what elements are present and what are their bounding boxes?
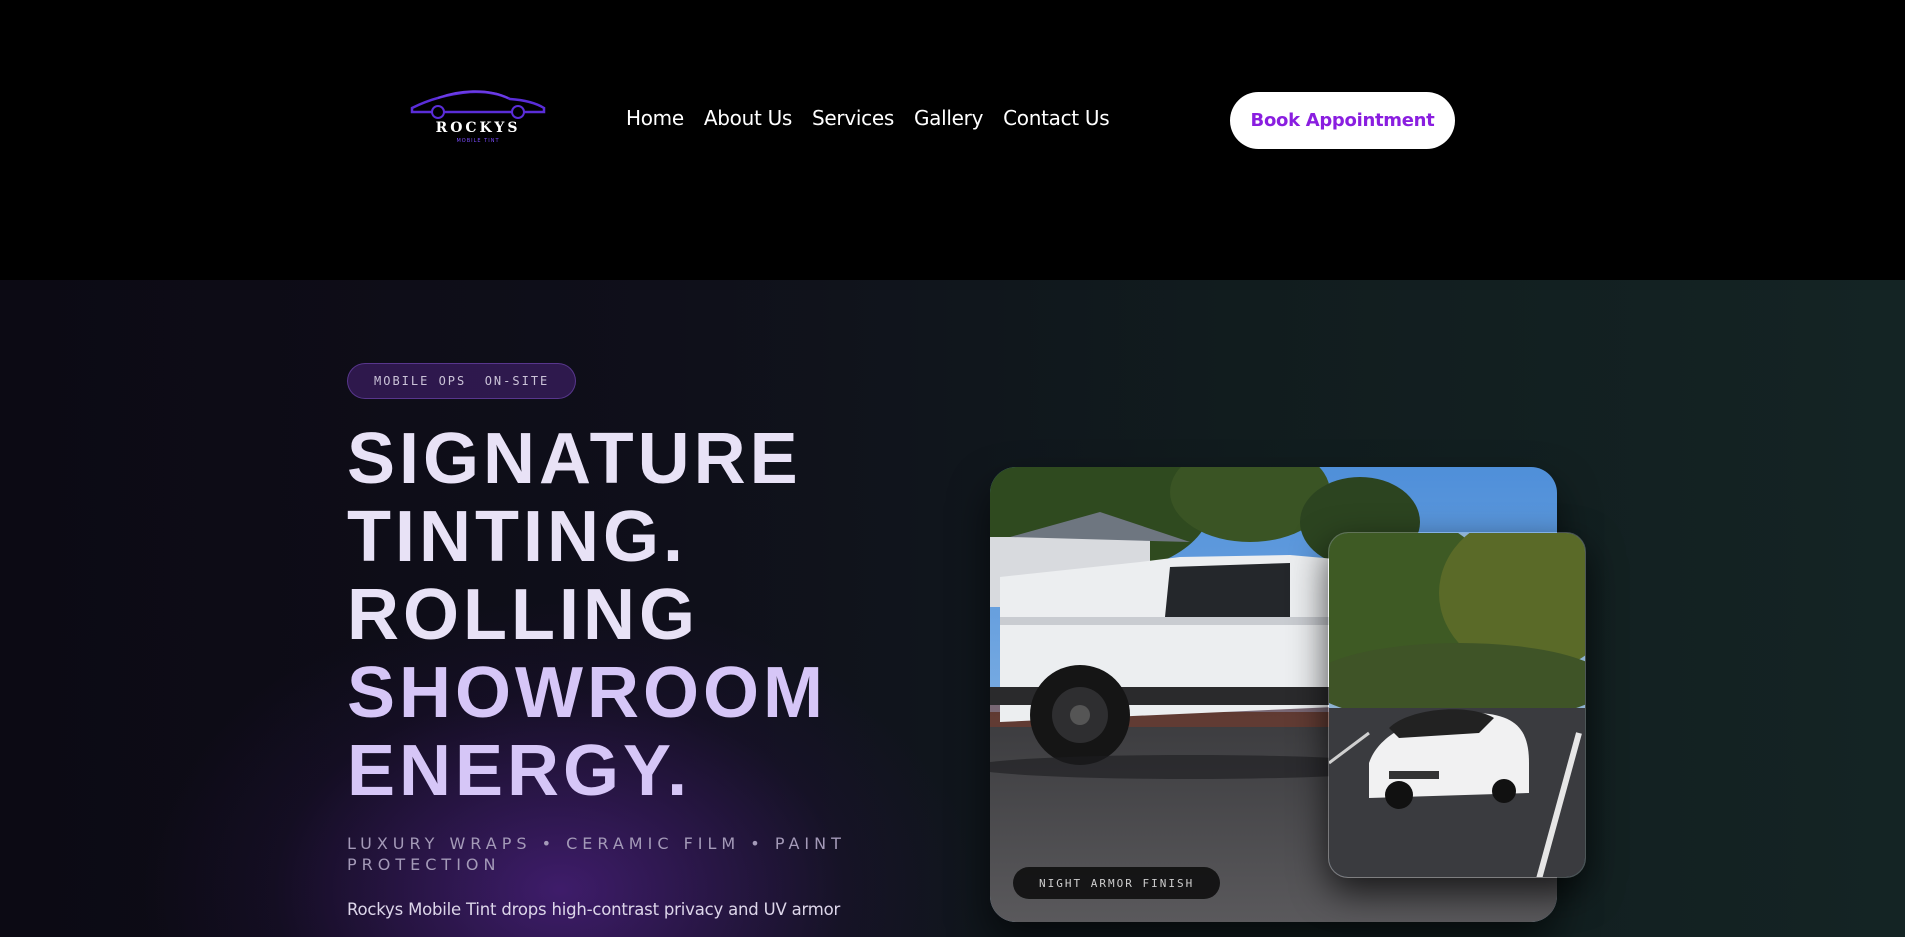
hero-title-line: SIGNATURE [347,419,802,499]
brand-tagline: MOBILE TINT [456,138,500,144]
photo-caption-pill: NIGHT ARMOR FINISH [1013,867,1221,899]
nav-contact-us[interactable]: Contact Us [1003,106,1110,130]
nav-gallery[interactable]: Gallery [914,106,983,130]
hero-section: MOBILE OPS ON-SITE SIGNATURE TINTING. RO… [0,280,1905,937]
hero-subtitle: LUXURY WRAPS • CERAMIC FILM • PAINT PROT… [347,834,846,874]
hero-description: Rockys Mobile Tint drops high-contrast p… [347,900,841,919]
book-appointment-button[interactable]: Book Appointment [1230,92,1455,149]
main-nav: Home About Us Services Gallery Contact U… [626,106,1110,130]
brand-logo[interactable]: ROCKYS MOBILE TINT [408,86,548,150]
site-header: ROCKYS MOBILE TINT Home About Us Service… [0,0,1905,280]
nav-about-us[interactable]: About Us [704,106,792,130]
camaro-photo [1328,532,1586,878]
hero-title-line: TINTING. [347,497,687,577]
nav-services[interactable]: Services [812,106,894,130]
nav-home[interactable]: Home [626,106,684,130]
brand-name: ROCKYS [435,120,521,136]
hero-badge: MOBILE OPS ON-SITE [347,363,577,399]
hero-title-line: ENERGY. [347,731,692,811]
hero-title: SIGNATURE TINTING. ROLLING SHOWROOM ENER… [347,420,907,810]
hero-title-line: ROLLING [347,575,699,655]
hero-title-line: SHOWROOM [347,653,827,733]
